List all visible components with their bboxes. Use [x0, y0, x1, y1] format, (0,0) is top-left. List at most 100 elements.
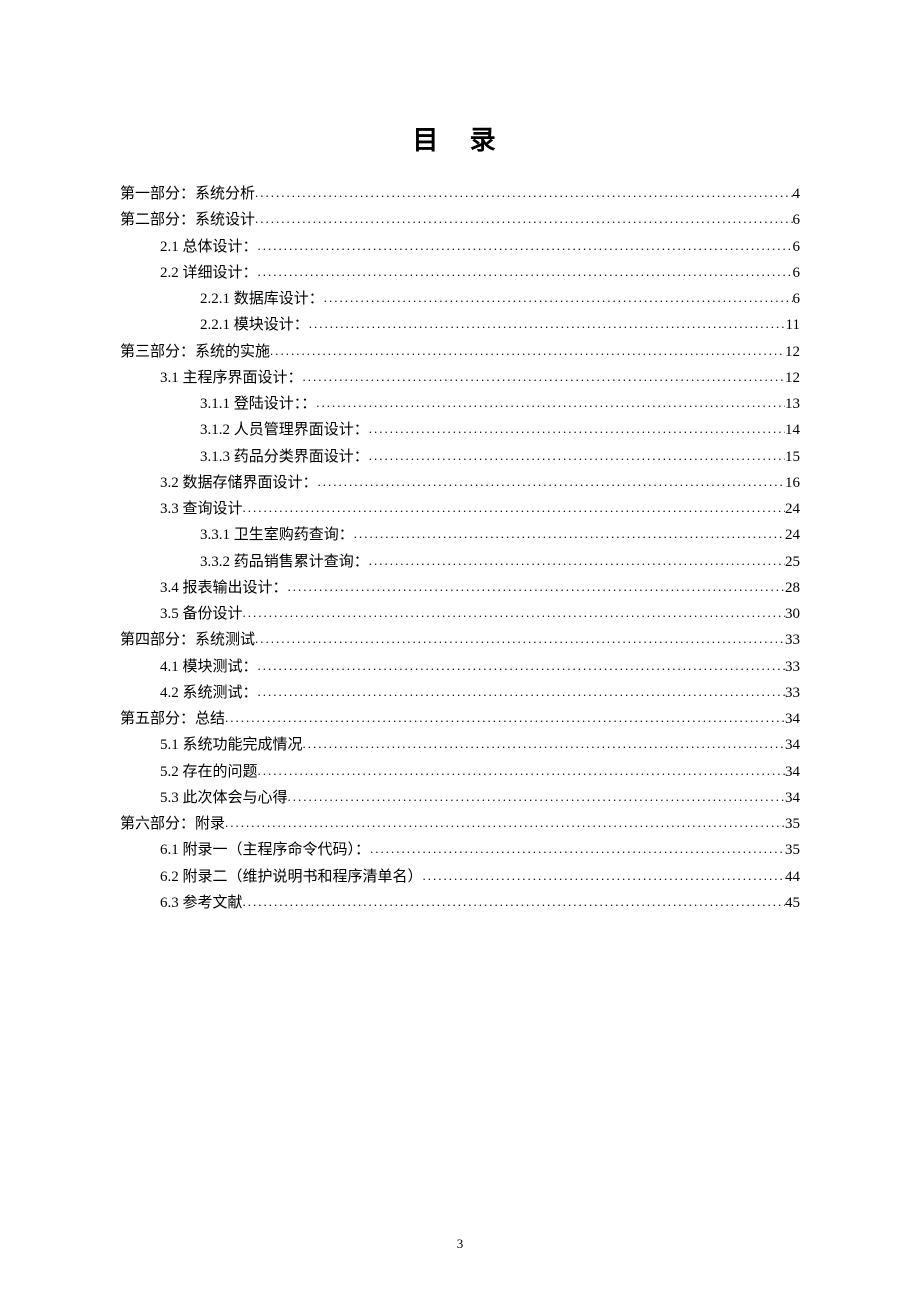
toc-entry-page: 12 — [785, 365, 800, 391]
toc-entry-text: 6.1 附录一（主程序命令代码）： — [160, 837, 370, 863]
toc-entry: 5.2 存在的问题 34 — [120, 759, 800, 785]
toc-leader-dots — [309, 313, 786, 336]
toc-entry: 6.1 附录一（主程序命令代码）： 35 — [120, 837, 800, 863]
toc-entry-page: 6 — [793, 207, 801, 233]
toc-entry-text: 第三部分：系统的实施 — [120, 339, 270, 365]
toc-entry-text: 4.1 模块测试： — [160, 654, 258, 680]
page-number: 3 — [0, 1236, 920, 1252]
toc-entry-text: 3.3 查询设计 — [160, 496, 243, 522]
toc-entry-page: 4 — [793, 181, 801, 207]
toc-entry-page: 12 — [785, 339, 800, 365]
toc-entry-text: 2.2 详细设计： — [160, 260, 258, 286]
document-page: 目 录 第一部分：系统分析4第二部分：系统设计62.1 总体设计：62.2 详细… — [0, 0, 920, 916]
toc-entry-text: 3.2 数据存储界面设计： — [160, 470, 318, 496]
toc-entry-page: 33 — [785, 627, 800, 653]
toc-entry: 4.1 模块测试： 33 — [120, 654, 800, 680]
toc-entry-page: 6 — [793, 234, 801, 260]
toc-entry-text: 5.2 存在的问题 — [160, 759, 258, 785]
toc-leader-dots — [303, 733, 785, 756]
toc-entry: 3.3.2 药品销售累计查询： 25 — [120, 549, 800, 575]
toc-entry: 3.2 数据存储界面设计： 16 — [120, 470, 800, 496]
toc-entry-page: 11 — [786, 312, 800, 338]
toc-entry-page: 24 — [785, 522, 800, 548]
toc-entry-page: 35 — [785, 837, 800, 863]
toc-entry-text: 6.3 参考文献 — [160, 890, 243, 916]
toc-entry-text: 第一部分：系统分析 — [120, 181, 255, 207]
toc-leader-dots — [255, 182, 792, 205]
toc-entry-text: 3.1 主程序界面设计： — [160, 365, 303, 391]
toc-leader-dots — [316, 392, 785, 415]
toc-entry-page: 34 — [785, 785, 800, 811]
toc-entry-page: 13 — [785, 391, 800, 417]
toc-leader-dots — [354, 523, 785, 546]
toc-entry-page: 14 — [785, 417, 800, 443]
toc-entry: 6.2 附录二（维护说明书和程序清单名） 44 — [120, 864, 800, 890]
toc-leader-dots — [369, 550, 785, 573]
toc-entry-text: 3.3.2 药品销售累计查询： — [200, 549, 369, 575]
toc-entry-text: 3.1.2 人员管理界面设计： — [200, 417, 369, 443]
toc-entry-text: 2.2.1 模块设计： — [200, 312, 309, 338]
toc-leader-dots — [258, 655, 785, 678]
toc-entry: 3.3 查询设计 24 — [120, 496, 800, 522]
toc-entry: 第六部分：附录35 — [120, 811, 800, 837]
toc-entry-text: 第五部分：总结 — [120, 706, 225, 732]
toc-entry-text: 第二部分：系统设计 — [120, 207, 255, 233]
toc-entry-page: 16 — [785, 470, 800, 496]
toc-entry-text: 3.4 报表输出设计： — [160, 575, 288, 601]
toc-entry: 5.1 系统功能完成情况 34 — [120, 732, 800, 758]
toc-entry-text: 3.1.3 药品分类界面设计： — [200, 444, 369, 470]
toc-entry: 第四部分：系统测试 33 — [120, 627, 800, 653]
toc-entry: 3.1 主程序界面设计： 12 — [120, 365, 800, 391]
toc-entry: 4.2 系统测试：33 — [120, 680, 800, 706]
toc-entry-page: 44 — [785, 864, 800, 890]
toc-list: 第一部分：系统分析4第二部分：系统设计62.1 总体设计：62.2 详细设计：6… — [120, 181, 800, 916]
toc-entry: 第一部分：系统分析 4 — [120, 181, 800, 207]
toc-entry-text: 第六部分：附录 — [120, 811, 225, 837]
toc-entry: 第五部分：总结 34 — [120, 706, 800, 732]
toc-entry-text: 3.5 备份设计 — [160, 601, 243, 627]
toc-entry-text: 5.1 系统功能完成情况 — [160, 732, 303, 758]
toc-leader-dots — [369, 418, 785, 441]
toc-entry-page: 24 — [785, 496, 800, 522]
toc-entry-text: 2.2.1 数据库设计： — [200, 286, 324, 312]
toc-leader-dots — [324, 287, 793, 310]
toc-entry: 2.1 总体设计：6 — [120, 234, 800, 260]
toc-entry-page: 25 — [785, 549, 800, 575]
toc-entry: 第三部分：系统的实施 12 — [120, 339, 800, 365]
toc-entry-text: 3.1.1 登陆设计：： — [200, 391, 316, 417]
toc-entry: 3.1.2 人员管理界面设计： 14 — [120, 417, 800, 443]
toc-entry-page: 33 — [785, 680, 800, 706]
toc-entry: 2.2.1 数据库设计： 6 — [120, 286, 800, 312]
toc-entry-text: 6.2 附录二（维护说明书和程序清单名） — [160, 864, 423, 890]
toc-entry-page: 30 — [785, 601, 800, 627]
toc-leader-dots — [243, 602, 785, 625]
toc-leader-dots — [258, 261, 793, 284]
toc-leader-dots — [243, 891, 785, 914]
toc-entry-text: 5.3 此次体会与心得 — [160, 785, 288, 811]
toc-leader-dots — [303, 366, 785, 389]
toc-leader-dots — [288, 786, 785, 809]
toc-entry-text: 第四部分：系统测试 — [120, 627, 255, 653]
toc-entry: 2.2.1 模块设计： 11 — [120, 312, 800, 338]
toc-leader-dots — [270, 340, 785, 363]
toc-leader-dots — [258, 681, 785, 704]
toc-entry-text: 3.3.1 卫生室购药查询： — [200, 522, 354, 548]
toc-entry-page: 6 — [793, 260, 801, 286]
toc-entry: 5.3 此次体会与心得 34 — [120, 785, 800, 811]
toc-entry: 3.1.3 药品分类界面设计： 15 — [120, 444, 800, 470]
toc-entry-page: 33 — [785, 654, 800, 680]
toc-entry: 6.3 参考文献 45 — [120, 890, 800, 916]
toc-entry-page: 34 — [785, 759, 800, 785]
toc-entry-page: 34 — [785, 706, 800, 732]
toc-entry-page: 45 — [785, 890, 800, 916]
toc-leader-dots — [369, 445, 785, 468]
toc-entry: 第二部分：系统设计 6 — [120, 207, 800, 233]
toc-entry-page: 15 — [785, 444, 800, 470]
toc-leader-dots — [423, 865, 785, 888]
toc-entry-page: 34 — [785, 732, 800, 758]
toc-leader-dots — [370, 838, 785, 861]
toc-leader-dots — [243, 497, 785, 520]
toc-entry-page: 6 — [793, 286, 801, 312]
toc-entry: 3.3.1 卫生室购药查询： 24 — [120, 522, 800, 548]
toc-leader-dots — [255, 208, 792, 231]
